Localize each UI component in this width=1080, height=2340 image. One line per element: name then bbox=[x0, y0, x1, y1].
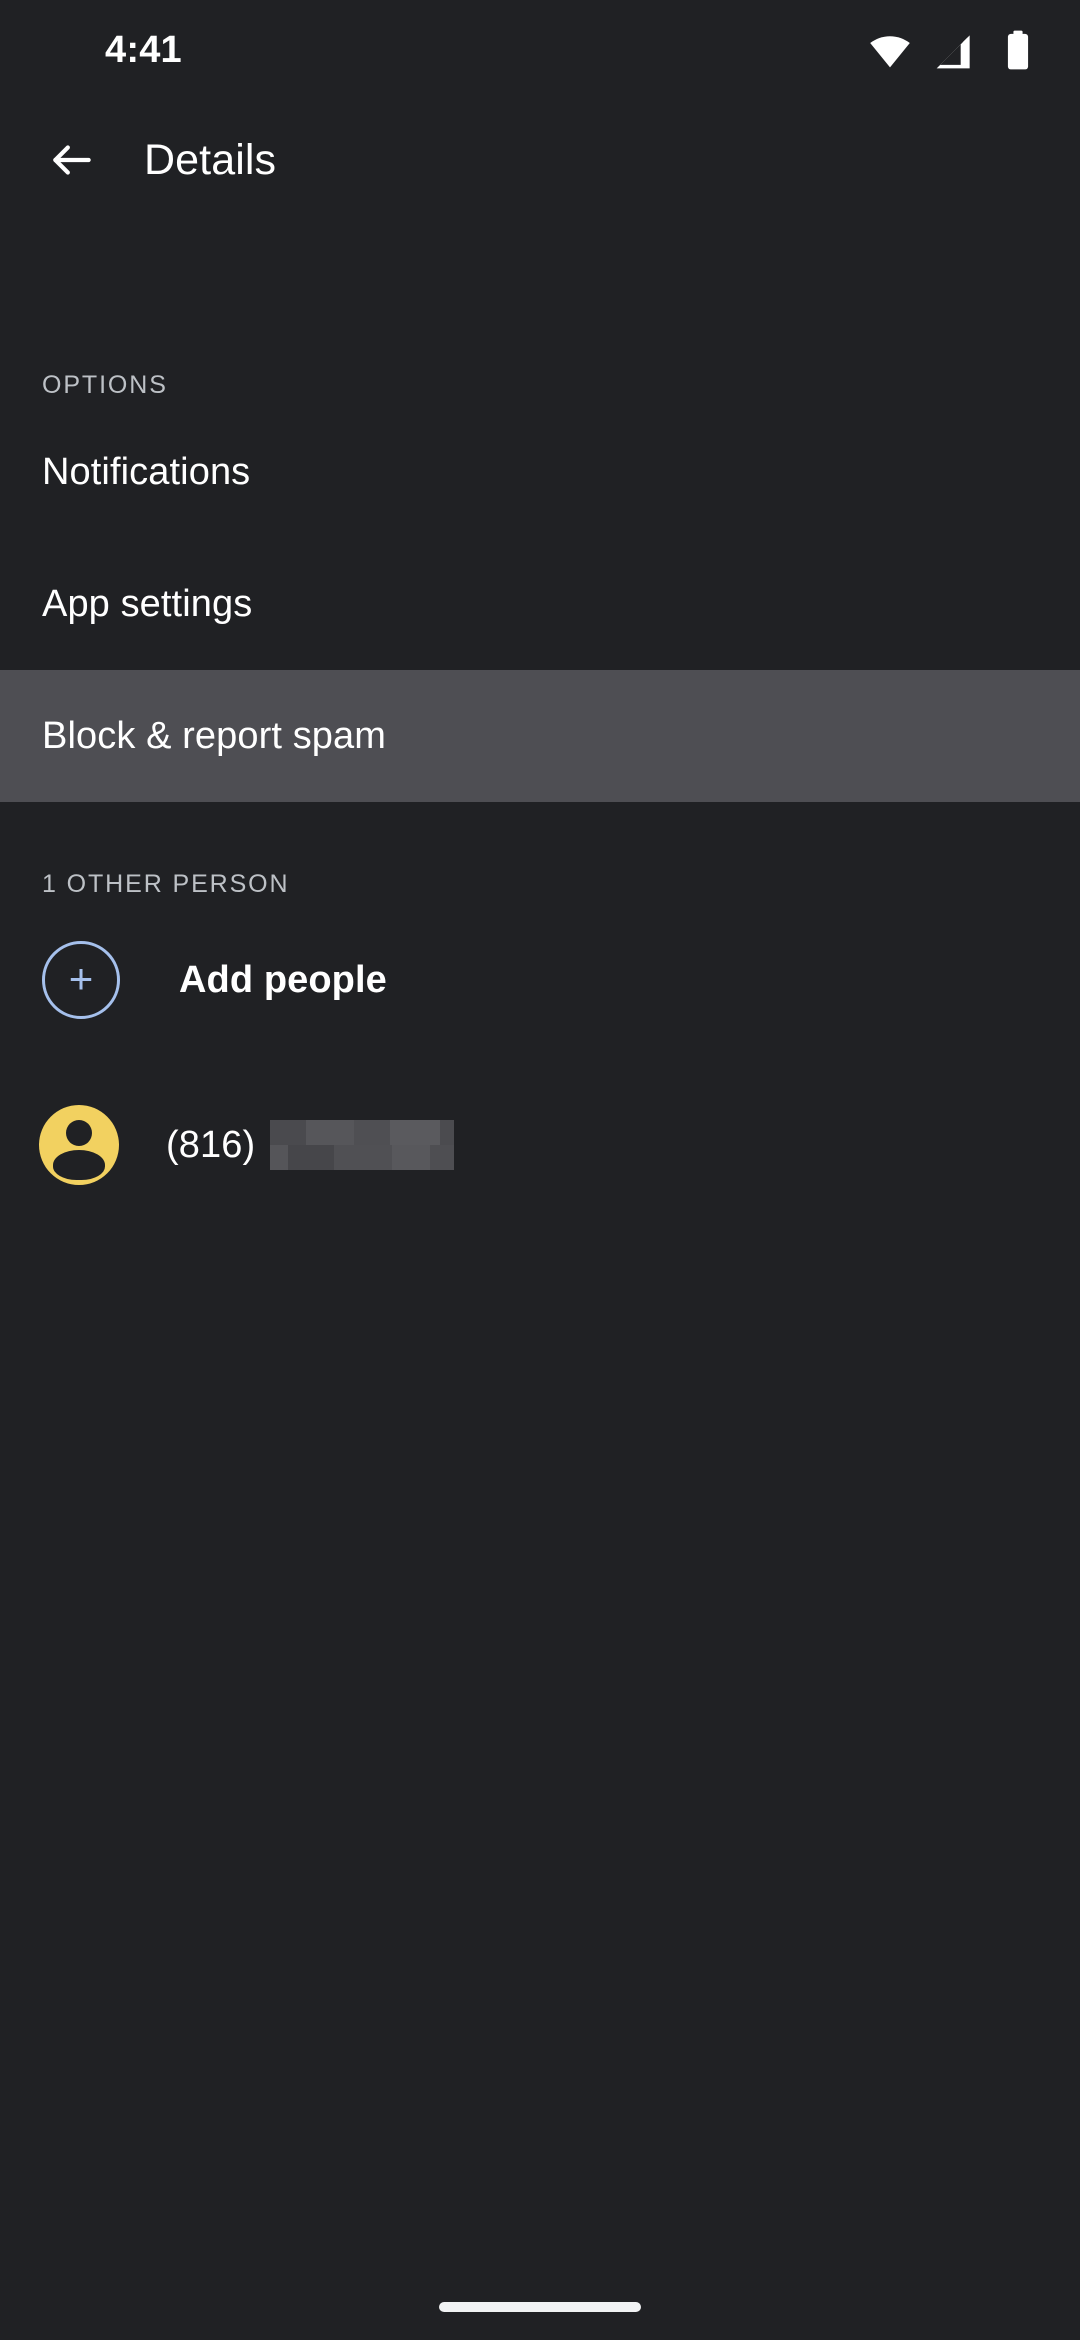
contact-name-text: (816) bbox=[166, 1123, 256, 1166]
avatar-body bbox=[53, 1150, 105, 1180]
contact-row[interactable]: (816) bbox=[0, 1090, 1080, 1200]
gesture-nav-bar bbox=[0, 2260, 1080, 2340]
gesture-nav-pill[interactable] bbox=[439, 2302, 641, 2312]
back-arrow-icon bbox=[53, 145, 91, 175]
option-row-notifications[interactable]: Notifications bbox=[0, 406, 1080, 538]
option-label-notifications: Notifications bbox=[42, 450, 251, 493]
back-button[interactable] bbox=[24, 112, 120, 208]
wifi-icon bbox=[870, 36, 910, 68]
plus-icon: + bbox=[42, 941, 120, 1019]
phone-screen: 4:41 Details OPTIONS Notifications App s… bbox=[0, 0, 1080, 2340]
plus-glyph: + bbox=[68, 954, 94, 1002]
status-bar-icons bbox=[868, 0, 1038, 100]
status-bar: 4:41 bbox=[0, 0, 1080, 100]
contact-name: (816) bbox=[166, 1120, 455, 1170]
contact-number-redacted bbox=[270, 1120, 455, 1170]
add-people-row[interactable]: + Add people bbox=[0, 925, 1080, 1035]
option-row-app-settings[interactable]: App settings bbox=[0, 538, 1080, 670]
cellular-signal-icon bbox=[936, 35, 970, 69]
page-title: Details bbox=[144, 135, 277, 184]
people-section-header: 1 OTHER PERSON bbox=[42, 870, 290, 898]
options-section-header: OPTIONS bbox=[42, 371, 168, 399]
option-label-block-and-report-spam: Block & report spam bbox=[42, 714, 387, 757]
status-bar-clock: 4:41 bbox=[105, 29, 182, 71]
avatar-head bbox=[66, 1120, 92, 1146]
add-people-label: Add people bbox=[179, 958, 387, 1001]
person-avatar-icon bbox=[39, 1105, 119, 1185]
option-row-block-and-report-spam[interactable]: Block & report spam bbox=[0, 670, 1080, 802]
option-label-app-settings: App settings bbox=[42, 582, 253, 625]
battery-icon bbox=[1007, 30, 1029, 70]
app-bar: Details bbox=[0, 100, 1080, 220]
